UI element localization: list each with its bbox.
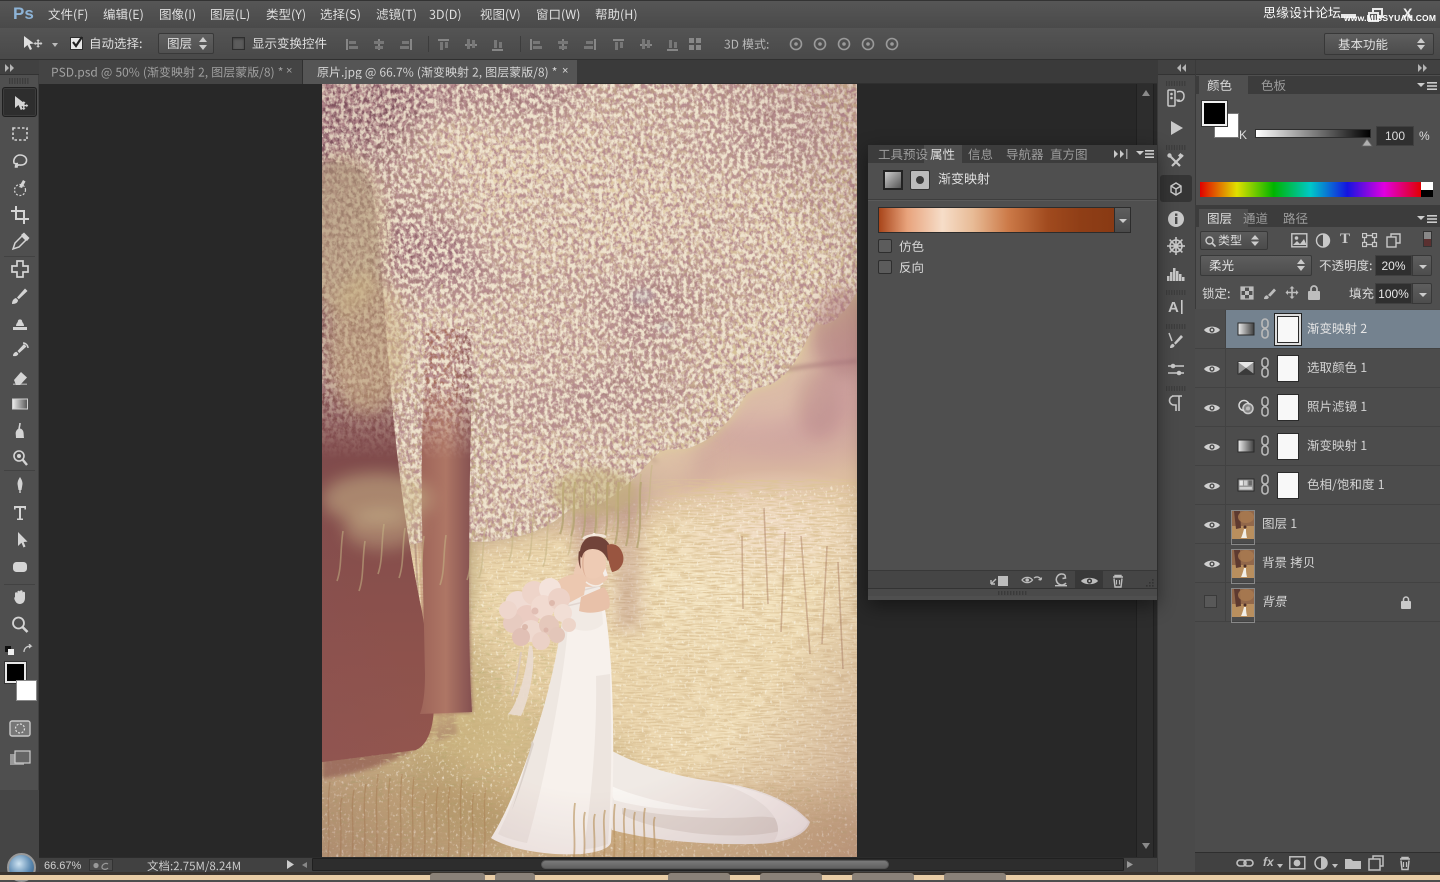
svg-text:A: A: [1168, 299, 1179, 316]
